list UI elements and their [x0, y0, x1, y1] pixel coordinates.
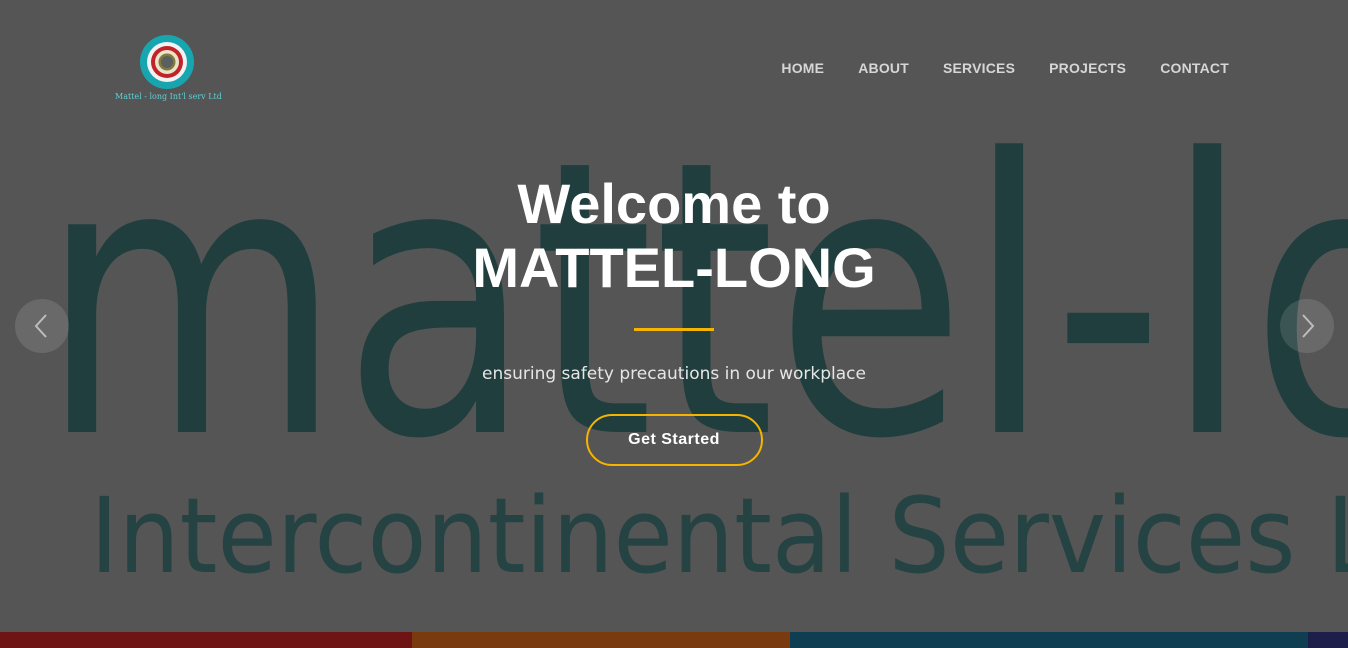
- hero-title: Welcome to MATTEL-LONG: [0, 172, 1348, 300]
- title-divider: [634, 328, 714, 331]
- nav-projects[interactable]: PROJECTS: [1049, 60, 1126, 76]
- strip-segment: [0, 632, 412, 648]
- nav-contact[interactable]: CONTACT: [1160, 60, 1229, 76]
- chevron-left-icon: [34, 314, 47, 338]
- hero-title-line-2: MATTEL-LONG: [472, 236, 876, 299]
- strip-segment: [790, 632, 1308, 648]
- chevron-right-icon: [1302, 314, 1315, 338]
- strip-segment: [412, 632, 790, 648]
- concentric-rings-logo-icon: [140, 35, 194, 89]
- nav-about[interactable]: ABOUT: [858, 60, 909, 76]
- hero-content: Welcome to MATTEL-LONG ensuring safety p…: [0, 172, 1348, 466]
- logo-text: Mattel - long Int'l serv Ltd: [115, 92, 222, 101]
- carousel-prev-button[interactable]: [15, 299, 69, 353]
- bottom-color-strip: [0, 632, 1348, 648]
- get-started-button[interactable]: Get Started: [585, 414, 763, 466]
- hero-title-line-1: Welcome to: [517, 172, 831, 235]
- hero-subtitle: ensuring safety precautions in our workp…: [482, 364, 866, 384]
- site-logo[interactable]: Mattel - long Int'l serv Ltd: [115, 34, 222, 106]
- strip-segment: [1308, 632, 1348, 648]
- carousel-next-button[interactable]: [1280, 299, 1334, 353]
- nav-home[interactable]: HOME: [781, 60, 824, 76]
- nav-services[interactable]: SERVICES: [943, 60, 1015, 76]
- main-navigation: HOME ABOUT SERVICES PROJECTS CONTACT: [781, 60, 1229, 76]
